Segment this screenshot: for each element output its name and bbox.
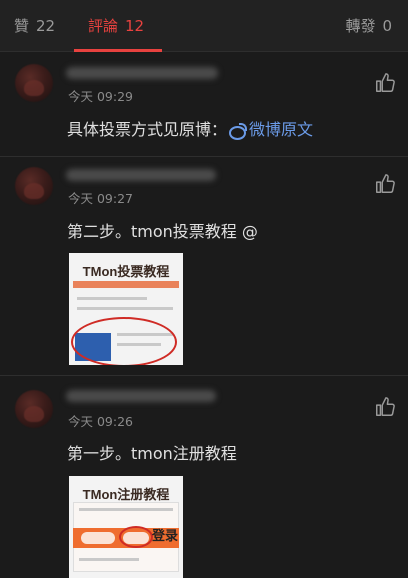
avatar[interactable] — [15, 64, 53, 102]
comment-item: 今天 09:27 第二步。tmon投票教程 @ TMon投票教程 — [0, 157, 408, 375]
image-text-line — [79, 508, 173, 511]
weibo-icon — [229, 123, 248, 140]
original-post-link-label: 微博原文 — [249, 120, 314, 139]
thumbs-up-icon[interactable] — [374, 72, 396, 94]
image-text-line — [77, 307, 173, 310]
username-blurred[interactable] — [66, 390, 216, 402]
comment-text-body: 具体投票方式见原博： — [67, 120, 228, 139]
comment-text: 具体投票方式见原博： 微博原文 — [67, 116, 313, 140]
comment-image-title: TMon投票教程 — [82, 264, 170, 279]
comment-text: 第二步。tmon投票教程 @ — [67, 222, 258, 241]
tab-reposts-count: 0 — [382, 17, 392, 35]
comment-time: 今天 09:26 — [68, 414, 133, 429]
image-text-line — [77, 297, 147, 300]
original-post-link[interactable]: 微博原文 — [227, 120, 314, 140]
thumbs-up-icon[interactable] — [374, 173, 396, 195]
image-login-label: 登录 — [152, 528, 179, 543]
avatar[interactable] — [15, 167, 53, 205]
tab-likes-label: 贊 — [14, 17, 30, 35]
tab-likes[interactable]: 贊 22 — [14, 0, 55, 52]
comment-time: 今天 09:29 — [68, 89, 133, 104]
comment-image-title: TMon注册教程 — [82, 487, 170, 502]
comment-image[interactable]: TMon注册教程 登录 — [69, 476, 183, 578]
comment-text: 第一步。tmon注册教程 — [67, 444, 237, 463]
image-header-bar — [73, 281, 179, 288]
comment-image[interactable]: TMon投票教程 — [69, 253, 183, 365]
image-text-line — [79, 558, 139, 561]
tab-comments[interactable]: 評論 12 — [88, 0, 144, 52]
tab-comments-label: 評論 — [88, 17, 119, 35]
username-blurred[interactable] — [66, 67, 218, 79]
tab-reposts[interactable]: 轉發 0 — [345, 0, 392, 52]
tab-likes-count: 22 — [36, 17, 56, 35]
comment-item: 今天 09:26 第一步。tmon注册教程 TMon注册教程 登录 — [0, 376, 408, 578]
image-button-shape — [81, 532, 115, 544]
tab-reposts-label: 轉發 — [345, 17, 376, 35]
tab-comments-count: 12 — [125, 17, 145, 35]
thumbs-up-icon[interactable] — [374, 396, 396, 418]
comment-item: 今天 09:29 具体投票方式见原博： 微博原文 — [0, 52, 408, 158]
comment-tabs: 贊 22 評論 12 轉發 0 — [0, 0, 408, 52]
username-blurred[interactable] — [66, 169, 216, 181]
avatar[interactable] — [15, 390, 53, 428]
image-highlight-circle — [119, 526, 153, 548]
comment-time: 今天 09:27 — [68, 191, 133, 206]
image-highlight-circle — [71, 317, 177, 365]
